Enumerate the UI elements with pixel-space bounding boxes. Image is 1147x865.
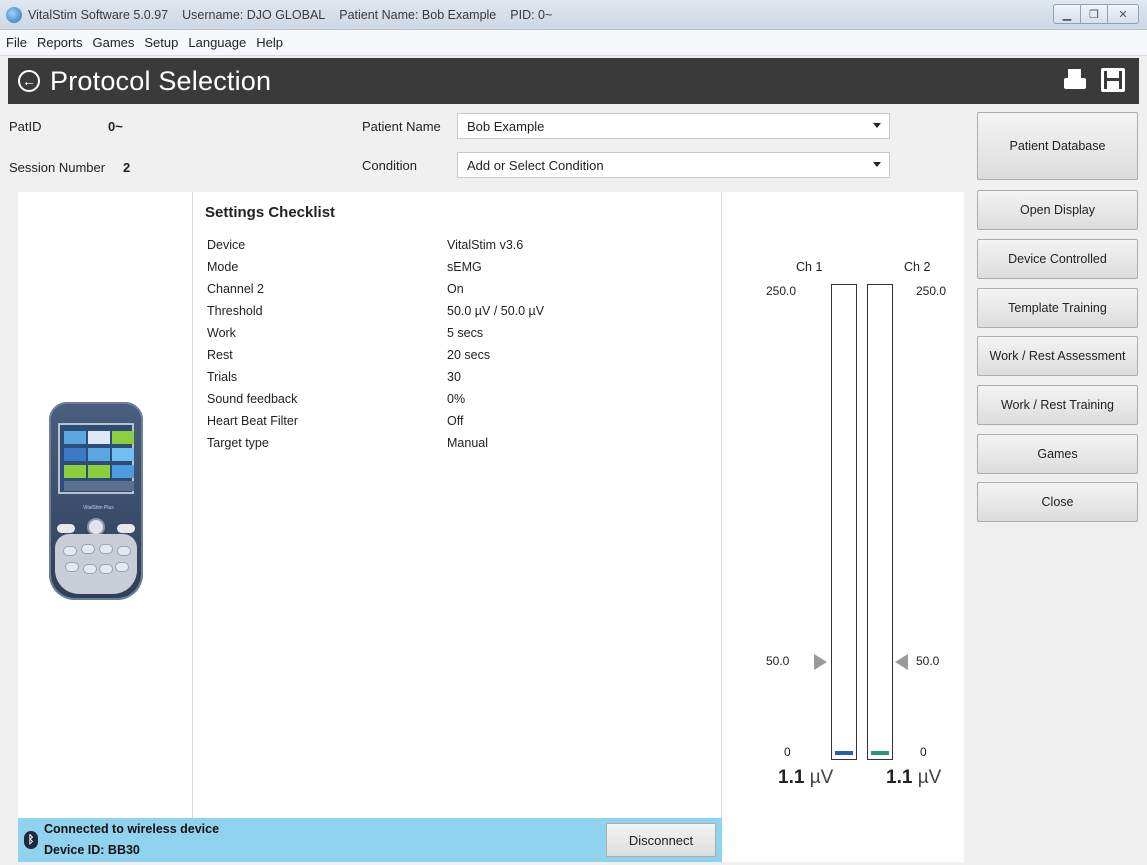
patient-name-dropdown[interactable]: Bob Example [457, 113, 890, 139]
checklist-row: Sound feedback 0% [207, 392, 466, 406]
page-title: Protocol Selection [50, 65, 272, 96]
chevron-down-icon [873, 123, 881, 128]
emg-level-chart: Ch 1 Ch 2 250.0 250.0 50.0 50.0 0 0 1.1 … [723, 192, 964, 862]
ch1-threshold-marker[interactable] [814, 654, 827, 671]
menu-bar: File Reports Games Setup Language Help [0, 30, 1147, 56]
menu-language[interactable]: Language [188, 35, 246, 50]
work-rest-assessment-button[interactable]: Work / Rest Assessment [977, 336, 1138, 376]
patient-name-label: Patient Name: Bob Example [339, 7, 497, 22]
channel-1-bar [831, 284, 857, 760]
channel-2-bar [867, 284, 893, 760]
username-label: Username: DJO GLOBAL [182, 7, 326, 22]
channel-1-reading: 1.1 µV [778, 767, 834, 788]
menu-file[interactable]: File [6, 35, 27, 50]
connection-status-bar: ᛒ Connected to wireless device Device ID… [18, 818, 722, 862]
page-header: ← Protocol Selection [8, 58, 1139, 104]
session-number-label: Session Number [9, 160, 106, 175]
chevron-down-icon [873, 162, 881, 167]
close-icon[interactable]: ✕ [1107, 4, 1139, 24]
disconnect-button[interactable]: Disconnect [606, 823, 716, 857]
save-icon[interactable] [1101, 68, 1125, 92]
menu-games[interactable]: Games [92, 35, 134, 50]
channel-2-reading: 1.1 µV [886, 767, 942, 788]
checklist-row: Trials 30 [207, 370, 461, 384]
ch2-threshold-tick: 50.0 [916, 654, 940, 669]
checklist-row: Channel 2 On [207, 282, 464, 296]
app-name: VitalStim Software 5.0.97 [28, 7, 169, 22]
channel-2-label: Ch 2 [904, 260, 931, 274]
patid-label: PatID [9, 119, 42, 134]
checklist-row: Target type Manual [207, 436, 488, 450]
patient-name-field-label: Patient Name [362, 119, 441, 134]
ch1-threshold-tick: 50.0 [766, 654, 790, 669]
patient-database-button[interactable]: Patient Database [977, 112, 1138, 180]
main-panel: VitalStim Plus Settings Checklist Device… [18, 192, 964, 862]
games-button[interactable]: Games [977, 434, 1138, 474]
checklist-row: Work 5 secs [207, 326, 484, 340]
menu-setup[interactable]: Setup [144, 35, 178, 50]
patient-name-value: Bob Example [467, 118, 545, 134]
template-training-button[interactable]: Template Training [977, 288, 1138, 328]
device-controlled-button[interactable]: Device Controlled [977, 239, 1138, 279]
ch2-threshold-marker[interactable] [895, 654, 908, 671]
device-brand-text: VitalStim Plus [83, 505, 114, 511]
ch2-min-tick: 0 [920, 745, 927, 759]
work-rest-training-button[interactable]: Work / Rest Training [977, 385, 1138, 425]
title-bar: VitalStim Software 5.0.97 Username: DJO … [0, 0, 1147, 30]
vitalstim-device-image: VitalStim Plus [49, 402, 143, 600]
patid-value: 0~ [108, 119, 123, 134]
checklist-row: Mode sEMG [207, 260, 482, 274]
bluetooth-icon: ᛒ [24, 831, 38, 849]
channel-2-level-fill [871, 751, 889, 755]
minimize-icon[interactable]: ▁ [1053, 4, 1081, 24]
ch1-max-tick: 250.0 [766, 284, 797, 298]
menu-reports[interactable]: Reports [37, 35, 83, 50]
condition-dropdown[interactable]: Add or Select Condition [457, 152, 890, 178]
maximize-icon[interactable]: ❐ [1080, 4, 1108, 24]
condition-placeholder: Add or Select Condition [467, 157, 604, 173]
ch1-min-tick: 0 [784, 745, 791, 759]
close-button[interactable]: Close [977, 482, 1138, 522]
checklist-row: Threshold 50.0 µV / 50.0 µV [207, 304, 545, 318]
settings-checklist: Settings Checklist Device VitalStim v3.6 … [194, 192, 722, 862]
pid-label: PID: 0~ [510, 7, 553, 22]
connection-status-text: Connected to wireless device [44, 822, 220, 836]
condition-label: Condition [362, 158, 417, 173]
open-display-button[interactable]: Open Display [977, 190, 1138, 230]
session-number-value: 2 [123, 160, 131, 175]
checklist-row: Rest 20 secs [207, 348, 491, 362]
back-arrow-icon[interactable]: ← [18, 70, 40, 92]
ch2-max-tick: 250.0 [916, 284, 947, 298]
settings-checklist-title: Settings Checklist [205, 204, 336, 221]
channel-1-label: Ch 1 [796, 260, 823, 274]
menu-help[interactable]: Help [256, 35, 283, 50]
device-screen [58, 423, 134, 494]
window-controls: ▁ ❐ ✕ [1053, 4, 1139, 24]
channel-1-level-fill [835, 751, 853, 755]
print-icon[interactable] [1063, 68, 1087, 92]
app-icon [6, 6, 22, 23]
device-id-text: Device ID: BB30 [44, 843, 140, 857]
device-image-panel: VitalStim Plus [18, 192, 193, 818]
checklist-row: Device VitalStim v3.6 [207, 238, 524, 252]
checklist-row: Heart Beat Filter Off [207, 414, 464, 428]
